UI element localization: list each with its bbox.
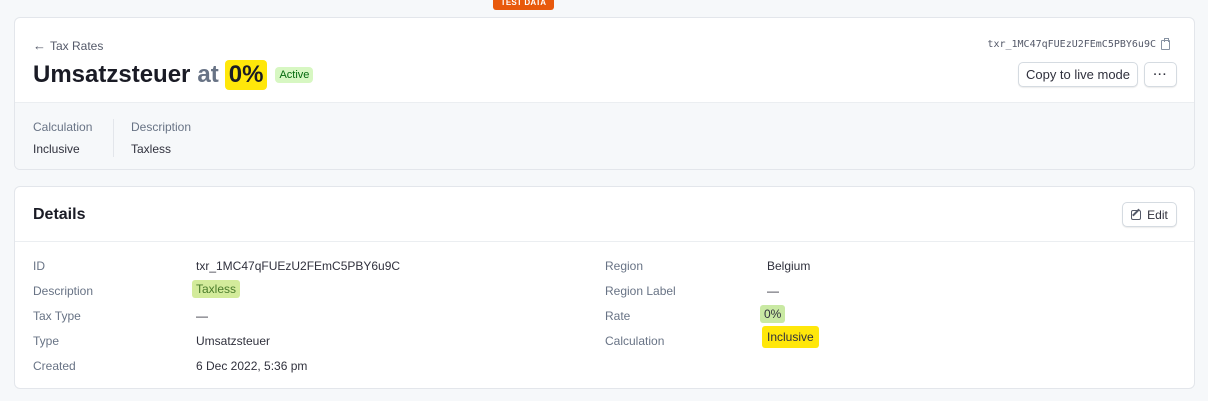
copy-to-live-mode-button[interactable]: Copy to live mode (1018, 62, 1138, 87)
summary-label: Description (131, 120, 192, 134)
detail-value-tax-type: — (196, 309, 208, 323)
back-to-tax-rates-link[interactable]: ← Tax Rates (33, 38, 103, 53)
summary-label: Calculation (33, 120, 93, 134)
back-link-label: Tax Rates (50, 38, 104, 53)
copy-icon[interactable] (1161, 37, 1170, 50)
tax-rate-name: Umsatzsteuer (33, 61, 191, 88)
header-section: ← Tax Rates Umsatzsteuer at 0% Active tx… (15, 18, 1194, 102)
test-data-badge: TEST DATA (493, 0, 554, 10)
detail-value-calculation: Inclusive (762, 326, 819, 348)
summary-calculation: Calculation Inclusive (33, 119, 92, 157)
detail-value-created: 6 Dec 2022, 5:36 pm (196, 359, 308, 373)
rate-highlight: 0% (760, 305, 786, 323)
tax-rate-percentage: 0% (224, 60, 268, 90)
more-options-button[interactable]: ··· (1144, 62, 1177, 87)
detail-label-created: Created (33, 359, 76, 373)
edit-icon (1131, 209, 1142, 220)
details-title: Details (33, 206, 86, 223)
page-title: Umsatzsteuer at 0% Active (33, 60, 314, 90)
detail-value-region: Belgium (767, 259, 811, 273)
detail-label-id: ID (33, 259, 45, 273)
details-card: Details Edit ID txr_1MC47qFUEzU2FEmC5PBY… (14, 186, 1195, 389)
detail-value-region-label: — (767, 284, 779, 298)
detail-label-calculation: Calculation (605, 334, 665, 348)
detail-label-region: Region (605, 259, 644, 273)
calculation-highlight: Inclusive (762, 326, 819, 348)
detail-label-type: Type (33, 334, 60, 348)
status-badge: Active (275, 67, 314, 83)
arrow-left-icon: ← (33, 38, 46, 53)
detail-label-region-label: Region Label (605, 284, 676, 298)
summary-strip: Calculation Inclusive Description Taxles… (15, 102, 1194, 169)
detail-label-description: Description (33, 284, 94, 298)
tax-rate-id: txr_1MC47qFUEzU2FEmC5PBY6u9C (987, 39, 1156, 50)
detail-label-rate: Rate (605, 309, 631, 323)
title-at-word: at (197, 61, 219, 88)
tax-rate-header-card: ← Tax Rates Umsatzsteuer at 0% Active tx… (14, 17, 1195, 170)
detail-value-id: txr_1MC47qFUEzU2FEmC5PBY6u9C (196, 259, 401, 273)
more-icon: ··· (1153, 68, 1168, 81)
detail-label-tax-type: Tax Type (33, 309, 81, 323)
summary-value: Inclusive (33, 142, 80, 156)
summary-description: Description Taxless (113, 119, 191, 157)
edit-button[interactable]: Edit (1122, 202, 1177, 227)
tax-rate-id-copy[interactable]: txr_1MC47qFUEzU2FEmC5PBY6u9C (987, 37, 1170, 50)
description-highlight: Taxless (192, 280, 241, 298)
detail-value-type: Umsatzsteuer (196, 334, 271, 348)
detail-value-rate: 0% (760, 305, 786, 323)
edit-label: Edit (1147, 207, 1168, 222)
detail-value-description: Taxless (192, 280, 241, 298)
details-header: Details Edit (15, 187, 1194, 242)
summary-value: Taxless (131, 142, 172, 156)
